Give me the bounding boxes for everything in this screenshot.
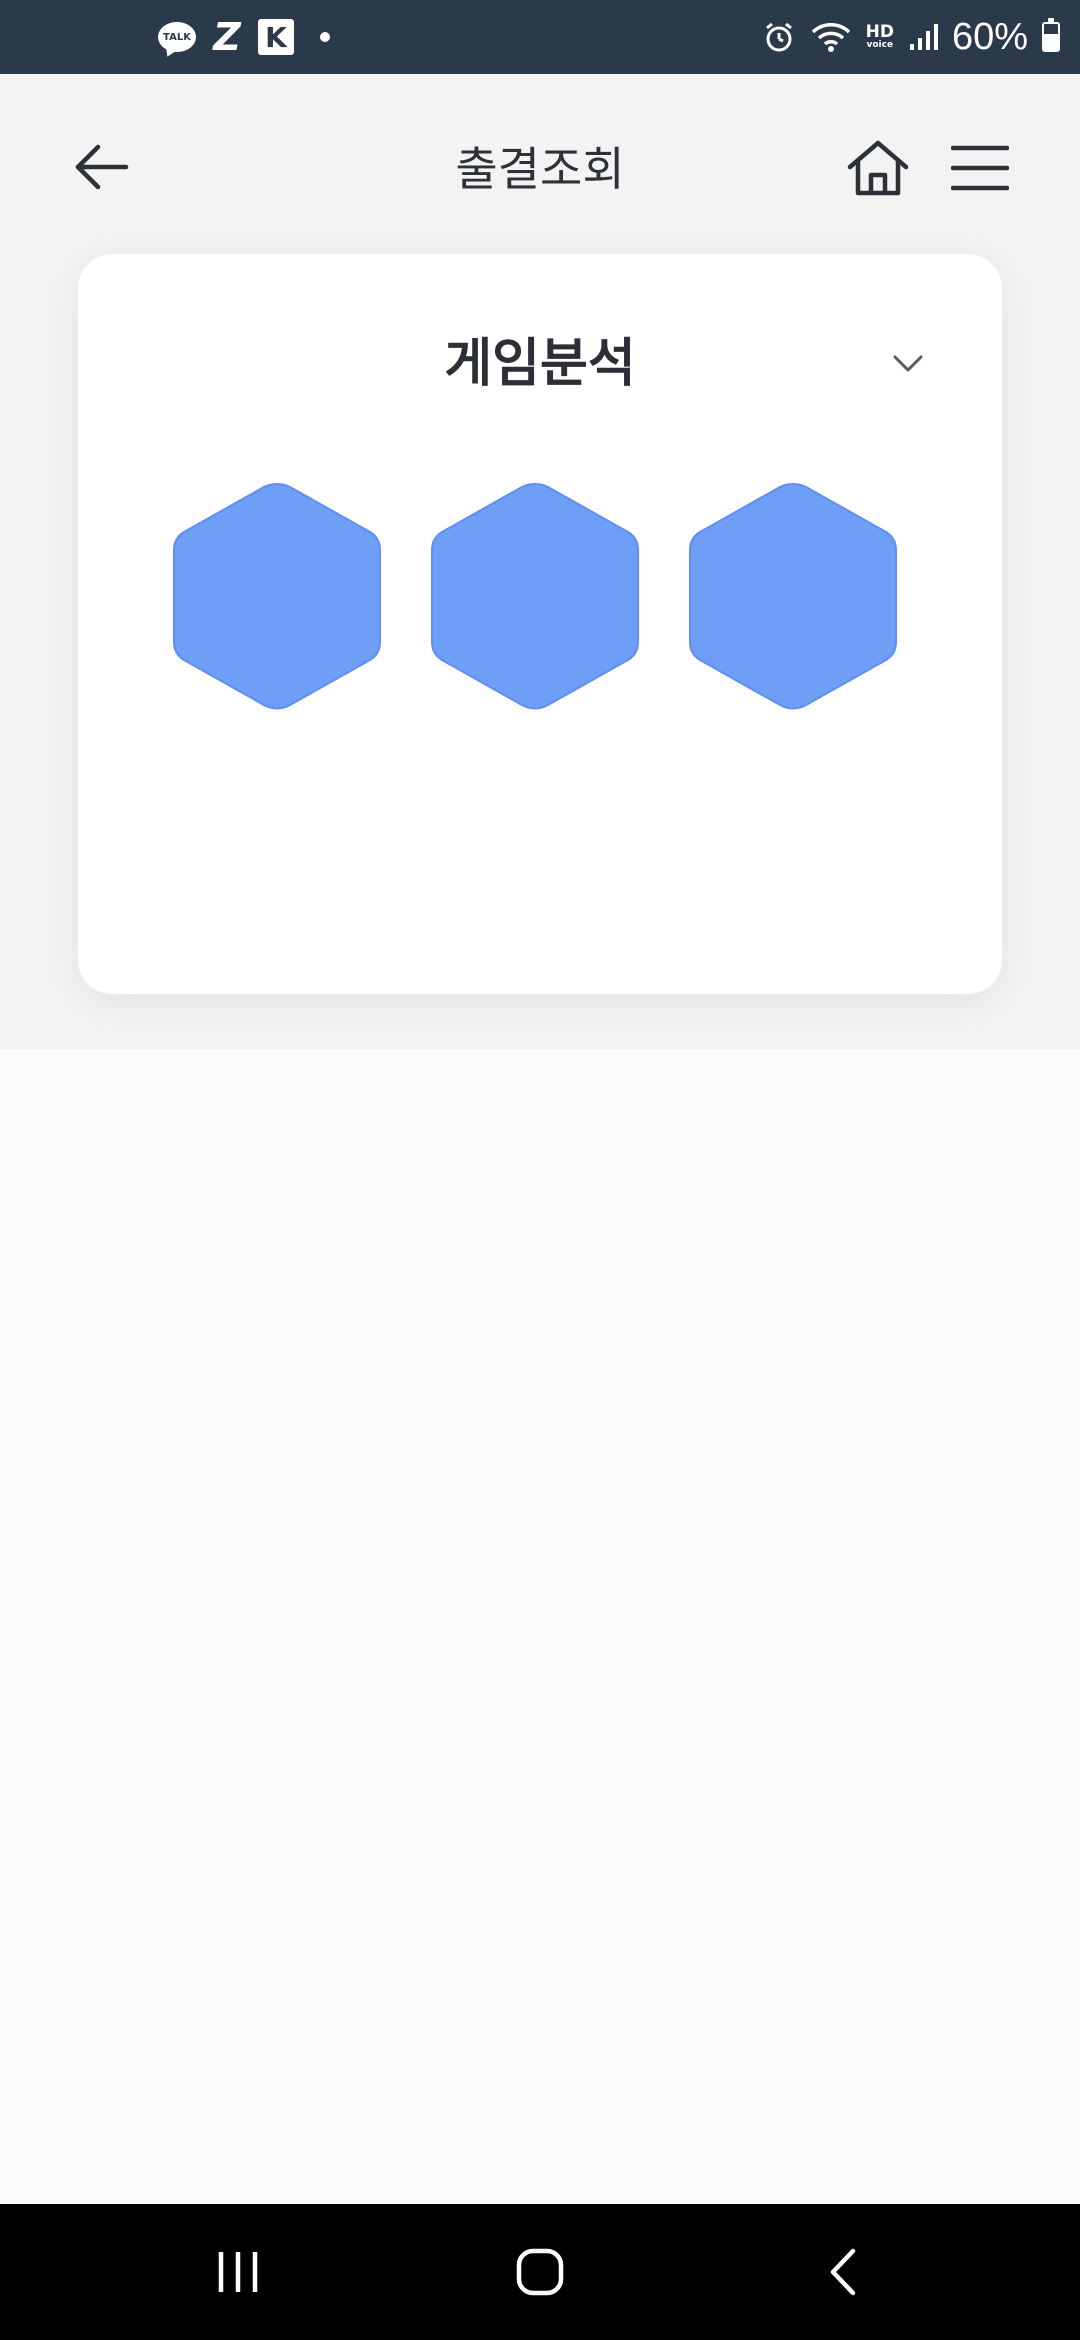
hexagon-item-2[interactable] xyxy=(410,480,660,770)
screen: TALK Z K HD voice 60% 출결조회 게임분석 xyxy=(0,0,1080,2340)
hd-voice-icon: HD voice xyxy=(866,24,894,50)
home-circle-icon xyxy=(516,2248,564,2296)
battery-level-fill xyxy=(1044,34,1058,50)
chevron-down-icon xyxy=(893,355,923,372)
back-nav-button[interactable] xyxy=(792,2232,892,2312)
wifi-icon xyxy=(810,20,852,54)
home-icon xyxy=(847,140,909,196)
notification-dot-icon xyxy=(320,32,330,42)
hexagon-icon xyxy=(431,482,639,710)
recent-apps-icon xyxy=(218,2252,258,2292)
alarm-icon xyxy=(762,20,796,54)
app-header: 출결조회 xyxy=(0,74,1080,254)
hexagon-item-3[interactable] xyxy=(668,480,918,770)
status-bar: TALK Z K HD voice 60% xyxy=(0,0,1080,74)
kakaotalk-icon: TALK xyxy=(158,22,196,52)
z-app-icon: Z xyxy=(213,15,241,59)
status-left-icons: TALK Z K xyxy=(158,10,330,64)
battery-percent-text: 60% xyxy=(951,15,1028,58)
status-right-icons: HD voice 60% xyxy=(762,10,1060,64)
hexagon-row xyxy=(78,480,1002,770)
hexagon-icon xyxy=(689,482,897,710)
system-navigation-bar xyxy=(0,2204,1080,2340)
hd-label: HD xyxy=(865,22,894,42)
card-header: 게임분석 xyxy=(78,314,1002,414)
home-nav-button[interactable] xyxy=(490,2232,590,2312)
hexagon-item-1[interactable] xyxy=(152,480,402,770)
recent-apps-button[interactable] xyxy=(188,2232,288,2312)
back-chevron-icon xyxy=(830,2248,856,2296)
signal-icon xyxy=(908,22,938,52)
hexagon-icon xyxy=(173,482,381,710)
menu-button[interactable] xyxy=(944,130,1016,206)
hamburger-menu-icon xyxy=(951,145,1009,191)
card-title: 게임분석 xyxy=(444,334,636,394)
k-app-icon: K xyxy=(258,19,294,55)
game-analysis-card: 게임분석 xyxy=(78,254,1002,994)
back-button[interactable] xyxy=(62,132,142,202)
battery-icon xyxy=(1042,18,1060,52)
dropdown-toggle-button[interactable] xyxy=(884,340,932,388)
page-title: 출결조회 xyxy=(455,142,625,196)
home-button[interactable] xyxy=(840,130,916,206)
voice-label: voice xyxy=(866,40,894,50)
arrow-left-icon xyxy=(75,144,129,190)
